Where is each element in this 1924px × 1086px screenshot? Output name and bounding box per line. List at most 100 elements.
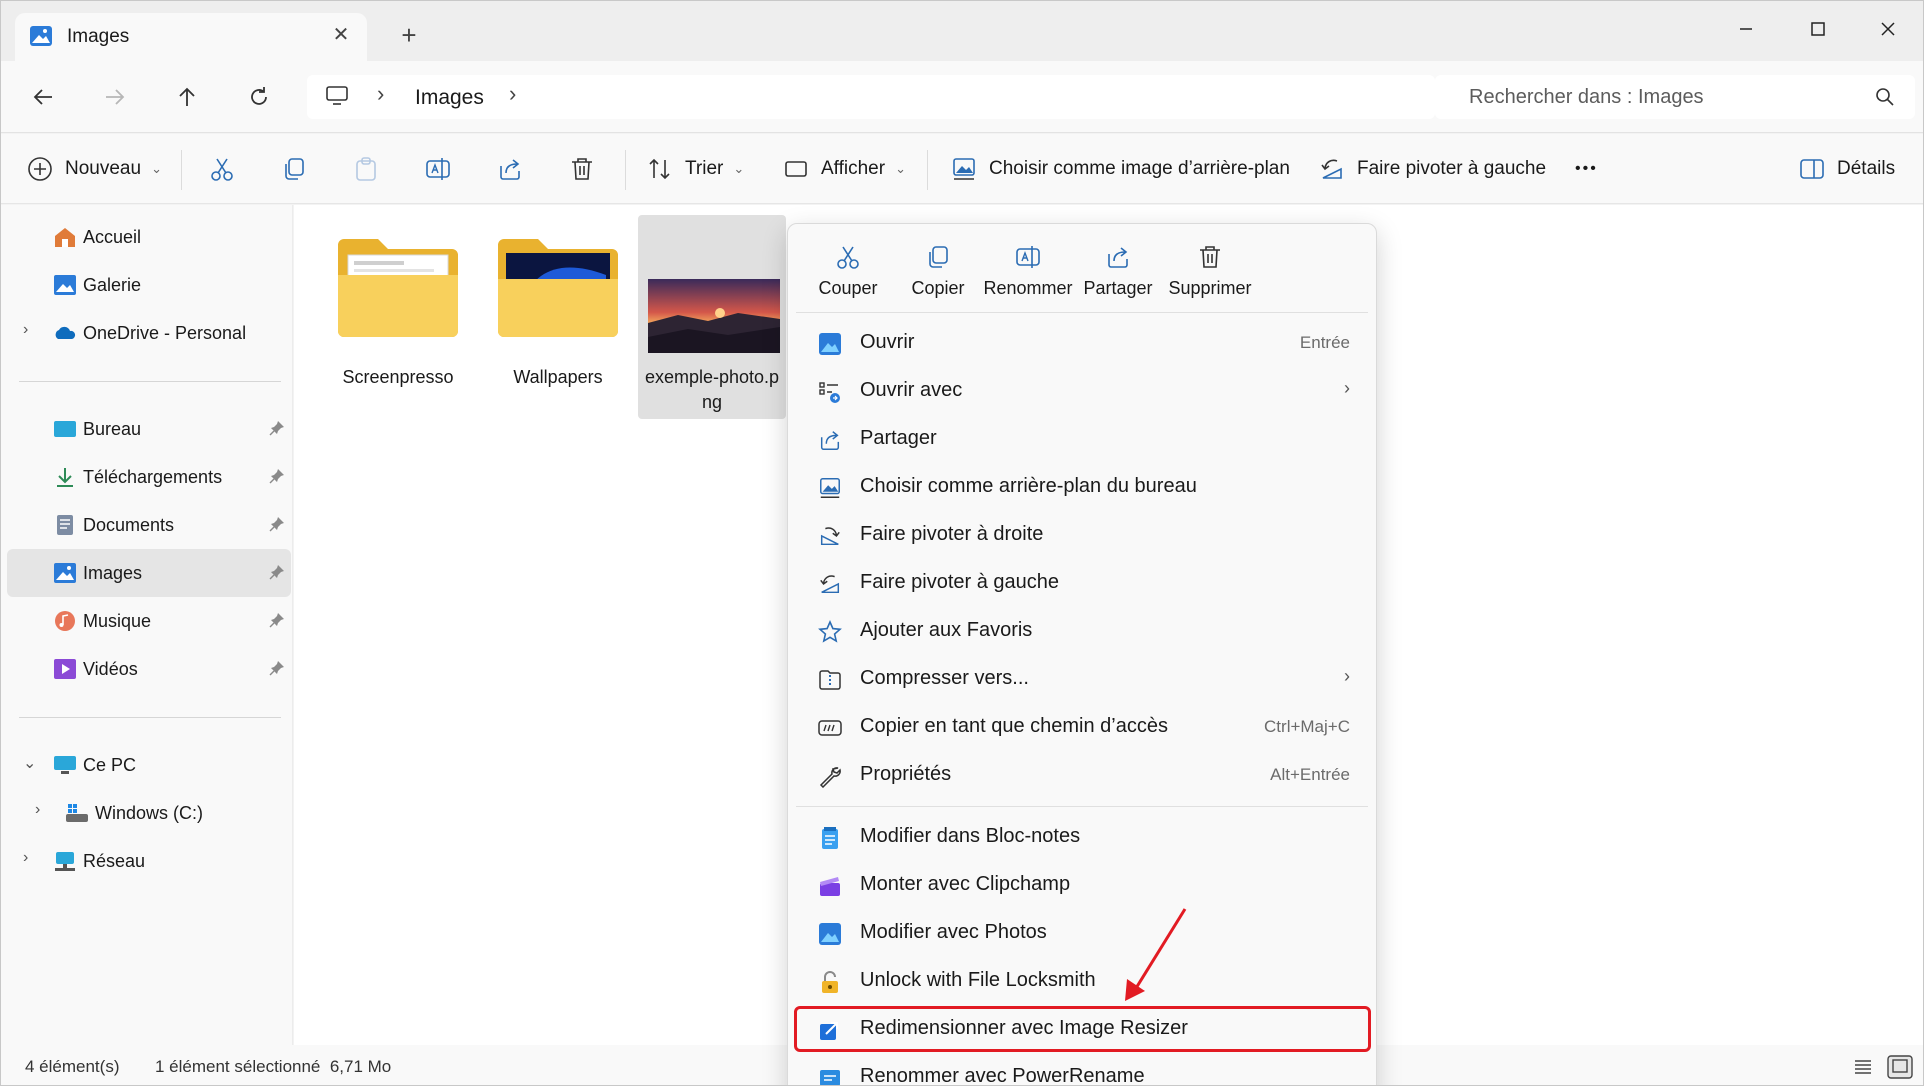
sidebar-item-network[interactable]: › Réseau bbox=[7, 837, 291, 885]
menu-item-rotate-right[interactable]: Faire pivoter à droite bbox=[794, 512, 1372, 558]
pin-icon[interactable] bbox=[269, 516, 285, 532]
menu-item-photos[interactable]: Modifier avec Photos bbox=[794, 910, 1372, 956]
sidebar-item-onedrive[interactable]: › OneDrive - Personal bbox=[7, 309, 291, 357]
rename-icon[interactable] bbox=[425, 156, 451, 182]
share-icon[interactable] bbox=[497, 156, 523, 182]
sidebar-item-music[interactable]: Musique bbox=[7, 597, 291, 645]
tab-images[interactable]: Images ✕ bbox=[15, 13, 367, 61]
folder-wallpapers[interactable]: Wallpapers bbox=[484, 215, 632, 419]
details-button[interactable]: Détails bbox=[1799, 154, 1895, 184]
menu-item-file-locksmith[interactable]: Unlock with File Locksmith bbox=[794, 958, 1372, 1004]
copy-action[interactable]: Copier bbox=[892, 238, 984, 310]
folder-screenpresso[interactable]: Screenpresso bbox=[324, 215, 472, 419]
sidebar-item-home[interactable]: Accueil bbox=[7, 213, 291, 261]
sort-button[interactable]: Trier ⌄ bbox=[647, 154, 744, 184]
menu-item-open[interactable]: Ouvrir Entrée bbox=[794, 320, 1372, 366]
more-options-button[interactable]: ••• bbox=[1575, 154, 1598, 184]
menu-item-clipchamp[interactable]: Monter avec Clipchamp bbox=[794, 862, 1372, 908]
menu-item-share[interactable]: Partager bbox=[794, 416, 1372, 462]
copy-path-icon bbox=[818, 720, 842, 736]
sidebar-item-documents[interactable]: Documents bbox=[7, 501, 291, 549]
menu-item-copy-path[interactable]: Copier en tant que chemin d’accès Ctrl+M… bbox=[794, 704, 1372, 750]
pin-icon[interactable] bbox=[269, 468, 285, 484]
set-background-button[interactable]: Choisir comme image d’arrière-plan bbox=[951, 154, 1290, 184]
sidebar-item-this-pc[interactable]: ⌄ Ce PC bbox=[7, 741, 291, 789]
sidebar-item-images[interactable]: Images bbox=[7, 549, 291, 597]
chevron-right-icon: › bbox=[377, 81, 385, 106]
computer-icon bbox=[326, 86, 348, 105]
sidebar-item-windows-c[interactable]: › Windows (C:) bbox=[7, 789, 291, 837]
forward-button[interactable] bbox=[97, 79, 133, 115]
selection-info: 1 élément sélectionné 6,71 Mo bbox=[155, 1057, 392, 1076]
refresh-button[interactable] bbox=[241, 79, 277, 115]
music-icon bbox=[55, 611, 75, 631]
navigation-pane: Accueil Galerie › OneDrive - Personal Bu… bbox=[1, 205, 293, 1045]
shortcut-hint: Ctrl+Maj+C bbox=[1264, 717, 1350, 736]
chevron-right-icon[interactable]: › bbox=[509, 81, 516, 107]
view-label: Afficher bbox=[821, 158, 886, 179]
close-window-button[interactable] bbox=[1865, 9, 1911, 49]
menu-item-set-desktop-background[interactable]: Choisir comme arrière-plan du bureau bbox=[794, 464, 1372, 510]
chevron-right-icon[interactable]: › bbox=[23, 321, 28, 339]
menu-item-compress[interactable]: Compresser vers... › bbox=[794, 656, 1372, 702]
pin-icon[interactable] bbox=[269, 420, 285, 436]
share-action[interactable]: Partager bbox=[1072, 238, 1164, 310]
close-tab-icon[interactable]: ✕ bbox=[327, 21, 355, 49]
up-button[interactable] bbox=[169, 79, 205, 115]
back-button[interactable] bbox=[25, 79, 61, 115]
search-box[interactable]: Rechercher dans : Images bbox=[1435, 75, 1915, 119]
item-count: 4 élément(s) bbox=[25, 1057, 120, 1076]
chevron-down-icon: ⌄ bbox=[733, 161, 745, 176]
minimize-button[interactable] bbox=[1723, 9, 1769, 49]
arrow-up-icon bbox=[179, 87, 195, 106]
pin-icon[interactable] bbox=[269, 660, 285, 676]
breadcrumb-images[interactable]: Images bbox=[415, 86, 484, 110]
sidebar-item-desktop[interactable]: Bureau bbox=[7, 405, 291, 453]
menu-item-notepad[interactable]: Modifier dans Bloc-notes bbox=[794, 814, 1372, 860]
wallpaper-icon bbox=[820, 478, 840, 498]
pin-icon[interactable] bbox=[269, 612, 285, 628]
search-icon bbox=[1876, 88, 1894, 106]
folder-icon bbox=[498, 239, 618, 337]
lock-icon bbox=[822, 971, 838, 993]
address-bar[interactable]: › Images › bbox=[307, 75, 1435, 119]
details-pane-icon bbox=[1800, 159, 1824, 179]
sidebar-item-downloads[interactable]: Téléchargements bbox=[7, 453, 291, 501]
rename-action[interactable]: Renommer bbox=[982, 238, 1074, 310]
maximize-button[interactable] bbox=[1795, 9, 1841, 49]
open-with-icon bbox=[819, 382, 840, 403]
copy-icon[interactable] bbox=[281, 156, 307, 182]
set-background-label: Choisir comme image d’arrière-plan bbox=[989, 158, 1290, 179]
sidebar-item-gallery[interactable]: Galerie bbox=[7, 261, 291, 309]
rotate-right-icon bbox=[820, 527, 840, 546]
folder-icon bbox=[338, 239, 458, 337]
arrow-right-icon bbox=[106, 89, 125, 105]
chevron-down-icon[interactable]: ⌄ bbox=[23, 753, 36, 773]
pin-icon[interactable] bbox=[269, 564, 285, 580]
rotate-left-button[interactable]: Faire pivoter à gauche bbox=[1319, 154, 1546, 184]
menu-item-add-favorites[interactable]: Ajouter aux Favoris bbox=[794, 608, 1372, 654]
paste-icon[interactable] bbox=[353, 156, 379, 182]
rotate-left-label: Faire pivoter à gauche bbox=[1357, 158, 1547, 179]
details-view-icon[interactable] bbox=[1853, 1057, 1873, 1077]
menu-item-open-with[interactable]: Ouvrir avec › bbox=[794, 368, 1372, 414]
view-button[interactable]: Afficher ⌄ bbox=[783, 154, 906, 184]
cut-action[interactable]: Couper bbox=[802, 238, 894, 310]
new-tab-button[interactable]: + bbox=[395, 21, 423, 49]
sidebar-item-videos[interactable]: Vidéos bbox=[7, 645, 291, 693]
powerrename-icon bbox=[820, 1070, 840, 1085]
network-icon bbox=[55, 852, 75, 871]
cut-icon[interactable] bbox=[209, 156, 235, 182]
search-input[interactable]: Rechercher dans : Images bbox=[1469, 86, 1704, 109]
delete-action[interactable]: Supprimer bbox=[1164, 238, 1256, 310]
file-exemple-photo[interactable]: exemple-photo.p ng bbox=[638, 215, 786, 419]
menu-item-properties[interactable]: Propriétés Alt+Entrée bbox=[794, 752, 1372, 798]
chevron-right-icon[interactable]: › bbox=[35, 801, 40, 819]
divider bbox=[927, 150, 928, 190]
chevron-right-icon[interactable]: › bbox=[23, 849, 28, 867]
menu-item-rotate-left[interactable]: Faire pivoter à gauche bbox=[794, 560, 1372, 606]
delete-icon[interactable] bbox=[569, 156, 595, 182]
new-button[interactable]: Nouveau ⌄ bbox=[27, 154, 162, 184]
large-icons-view-icon[interactable] bbox=[1887, 1055, 1913, 1079]
menu-item-powerrename[interactable]: Renommer avec PowerRename bbox=[794, 1054, 1372, 1085]
